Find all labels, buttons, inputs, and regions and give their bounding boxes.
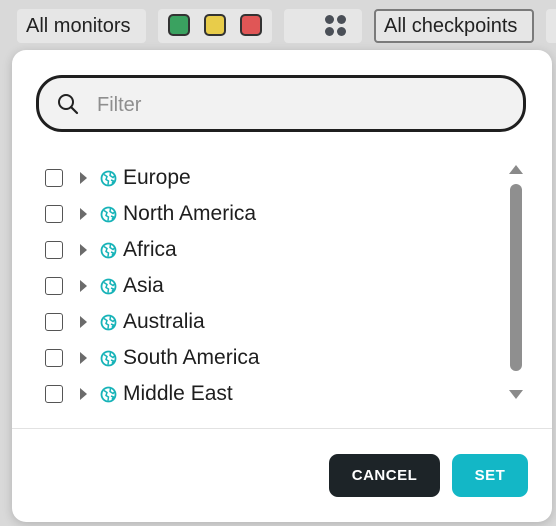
- tree-item-label: North America: [123, 202, 257, 225]
- caret-right-icon[interactable]: [80, 388, 87, 400]
- footer-divider: [12, 428, 552, 429]
- caret-right-icon[interactable]: [80, 244, 87, 256]
- globe-icon: [100, 386, 117, 408]
- caret-right-icon[interactable]: [80, 316, 87, 328]
- tree-item-label: Middle East: [123, 382, 233, 405]
- globe-icon: [100, 206, 117, 228]
- globe-icon: [100, 278, 117, 300]
- region-checkbox[interactable]: [45, 277, 63, 295]
- caret-right-icon[interactable]: [80, 172, 87, 184]
- status-yellow-toggle[interactable]: [204, 14, 226, 36]
- scroll-up-arrow[interactable]: [509, 165, 523, 174]
- cancel-button[interactable]: CANCEL: [329, 454, 440, 497]
- region-checkbox[interactable]: [45, 385, 63, 403]
- tree-item[interactable]: North America: [12, 196, 492, 232]
- tree-item-label: Australia: [123, 310, 205, 333]
- tree-item[interactable]: Australia: [12, 304, 492, 340]
- tree-item[interactable]: Europe: [12, 160, 492, 196]
- filter-input[interactable]: [95, 88, 499, 122]
- globe-icon: [100, 242, 117, 264]
- toolbar-overflow-chip[interactable]: [546, 9, 556, 43]
- region-checkbox[interactable]: [45, 205, 63, 223]
- tree-item[interactable]: South America: [12, 340, 492, 376]
- globe-icon: [100, 314, 117, 336]
- tree-item-label: Asia: [123, 274, 164, 297]
- view-toggle-button[interactable]: [284, 9, 362, 43]
- tree-item-label: Africa: [123, 238, 177, 261]
- scrollbar-thumb[interactable]: [510, 184, 522, 371]
- globe-icon: [100, 350, 117, 372]
- tree-item-label: South America: [123, 346, 260, 369]
- status-red-toggle[interactable]: [240, 14, 262, 36]
- region-checkbox[interactable]: [45, 349, 63, 367]
- tree-item[interactable]: Asia: [12, 268, 492, 304]
- scroll-down-arrow[interactable]: [509, 390, 523, 399]
- status-filter[interactable]: [158, 9, 272, 43]
- filter-toolbar: All monitors All checkpoints: [0, 0, 556, 52]
- checkpoints-dropdown-panel: Europe North America Africa Asia Australia So…: [12, 50, 552, 522]
- region-checkbox[interactable]: [45, 313, 63, 331]
- caret-right-icon[interactable]: [80, 280, 87, 292]
- set-button[interactable]: SET: [452, 454, 528, 497]
- tree-item[interactable]: Middle East: [12, 376, 492, 412]
- monitors-dropdown[interactable]: All monitors: [17, 9, 146, 43]
- region-checkbox[interactable]: [45, 169, 63, 187]
- globe-icon: [100, 170, 117, 192]
- caret-right-icon[interactable]: [80, 208, 87, 220]
- filter-field[interactable]: [36, 75, 526, 132]
- region-checkbox[interactable]: [45, 241, 63, 259]
- status-green-toggle[interactable]: [168, 14, 190, 36]
- search-icon: [58, 94, 79, 115]
- checkpoints-dropdown[interactable]: All checkpoints: [374, 9, 534, 43]
- tree-item-label: Europe: [123, 166, 191, 189]
- tree-item[interactable]: Africa: [12, 232, 492, 268]
- caret-right-icon[interactable]: [80, 352, 87, 364]
